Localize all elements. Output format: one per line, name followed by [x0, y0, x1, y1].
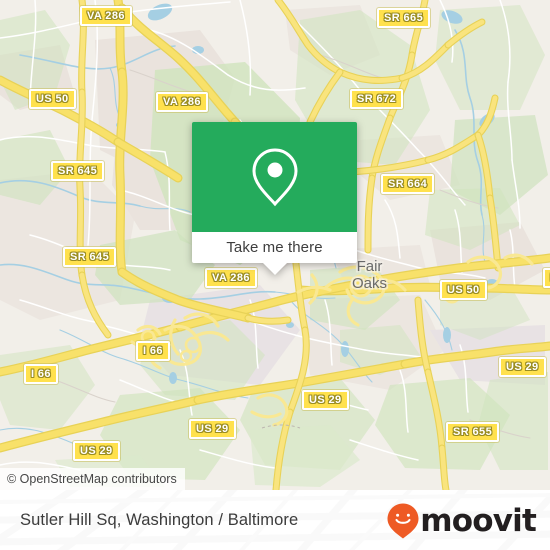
- callout-pointer: [262, 263, 287, 275]
- road-shield: SR 655: [446, 422, 500, 442]
- road-shield: US 29: [499, 357, 546, 377]
- moovit-map-screenshot: .greenarea { fill:#cfe3bd; } .greenarea2…: [0, 0, 550, 550]
- road-shield: VA 286: [80, 6, 132, 26]
- road-shield: US 50: [29, 89, 76, 109]
- road-shield: VA 286: [156, 92, 208, 112]
- moovit-wordmark: moovit: [420, 502, 537, 539]
- place-label-fair-oaks: Fair Oaks: [352, 258, 388, 292]
- map-canvas[interactable]: .greenarea { fill:#cfe3bd; } .greenarea2…: [0, 0, 550, 490]
- road-shield: SR 665: [377, 8, 431, 28]
- footer-bar: Sutler Hill Sq, Washington / Baltimore m…: [0, 490, 550, 550]
- take-me-there-label: Take me there: [226, 239, 323, 256]
- road-shield: US 29: [189, 419, 236, 439]
- callout-footer[interactable]: Take me there: [192, 232, 357, 263]
- road-shield: SR 645: [63, 247, 117, 267]
- map-attribution[interactable]: © OpenStreetMap contributors: [0, 468, 185, 490]
- moovit-smiley-pin-icon: [387, 503, 419, 539]
- road-shield: SR 664: [381, 174, 435, 194]
- road-shield: I 66: [24, 364, 58, 384]
- road-shield: SR 672: [350, 89, 404, 109]
- callout-header: [192, 122, 357, 232]
- location-pin-icon: [251, 148, 298, 207]
- road-shield: US 29: [302, 390, 349, 410]
- road-shield: US 50: [440, 280, 487, 300]
- road-shield: US 29: [73, 441, 120, 461]
- road-shield: I 66: [136, 341, 170, 361]
- destination-callout[interactable]: Take me there: [192, 122, 357, 275]
- road-shield: SR 645: [51, 161, 105, 181]
- road-shield: I 66: [543, 268, 550, 288]
- moovit-logo[interactable]: moovit: [387, 502, 537, 539]
- location-title: Sutler Hill Sq, Washington / Baltimore: [20, 511, 299, 529]
